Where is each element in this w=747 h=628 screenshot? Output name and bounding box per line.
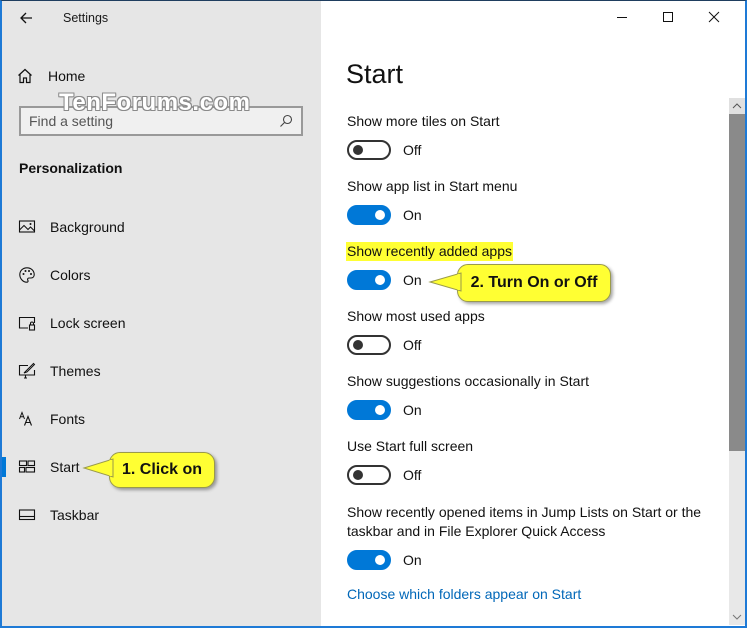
search-icon[interactable] (279, 114, 293, 128)
content-pane: Start Show more tiles on Start Off Show … (321, 1, 745, 626)
sidebar-nav: Background Colors Lock screen Themes Fon… (2, 203, 321, 539)
setting-label: Show app list in Start menu (347, 178, 518, 194)
sidebar-item-label: Background (50, 219, 125, 235)
section-title: Personalization (19, 160, 123, 176)
setting-app-list: Show app list in Start menu On (347, 177, 517, 225)
home-icon (18, 68, 32, 84)
lock-screen-icon (18, 316, 36, 331)
sidebar-item-background[interactable]: Background (2, 203, 321, 251)
sidebar-item-label: Start (50, 459, 80, 475)
setting-suggestions: Show suggestions occasionally in Start O… (347, 372, 589, 420)
maximize-icon (663, 12, 673, 22)
start-tiles-icon (18, 460, 36, 473)
sidebar: Settings Home TenForums.com Personalizat… (2, 1, 321, 626)
taskbar-icon (18, 509, 36, 521)
setting-label: Show recently added apps (346, 242, 513, 261)
back-button[interactable] (16, 7, 38, 29)
callout-1-pointer (82, 458, 114, 478)
sidebar-item-label: Taskbar (50, 507, 100, 523)
chevron-down-icon (732, 614, 742, 620)
close-button[interactable] (691, 1, 737, 33)
home-link[interactable]: Home (16, 65, 85, 87)
callout-1: 1. Click on (109, 452, 215, 488)
toggle-recently-added[interactable] (347, 270, 391, 290)
toggle-state: On (403, 552, 422, 568)
settings-window: Settings Home TenForums.com Personalizat… (0, 0, 747, 628)
toggle-state: Off (403, 142, 422, 158)
sidebar-item-colors[interactable]: Colors (2, 251, 321, 299)
scrollbar[interactable] (729, 98, 745, 625)
themes-icon (18, 362, 36, 379)
setting-label: Use Start full screen (347, 438, 474, 454)
setting-more-tiles: Show more tiles on Start Off (347, 112, 500, 160)
back-arrow-icon (20, 12, 32, 24)
maximize-button[interactable] (645, 1, 691, 33)
setting-label: Show suggestions occasionally in Start (347, 373, 590, 389)
callout-2: 2. Turn On or Off (457, 264, 611, 302)
setting-label: Show most used apps (347, 308, 485, 324)
close-icon (708, 11, 720, 23)
setting-most-used: Show most used apps Off (347, 307, 485, 355)
toggle-state: Off (403, 337, 422, 353)
scroll-down-button[interactable] (729, 609, 745, 625)
minimize-button[interactable] (599, 1, 645, 33)
sidebar-item-label: Lock screen (50, 315, 126, 331)
setting-full-screen: Use Start full screen Off (347, 437, 473, 485)
sidebar-item-lock-screen[interactable]: Lock screen (2, 299, 321, 347)
toggle-state: On (403, 272, 422, 288)
toggle-most-used[interactable] (347, 335, 391, 355)
toggle-state: Off (403, 467, 422, 483)
setting-label-line1: Show recently opened items in Jump Lists… (347, 504, 702, 520)
sidebar-item-label: Colors (50, 267, 91, 283)
palette-icon (19, 267, 35, 283)
chevron-up-icon (732, 103, 742, 109)
callout-2-pointer (428, 272, 462, 292)
sidebar-item-label: Fonts (50, 411, 86, 427)
minimize-icon (617, 17, 627, 18)
toggle-full-screen[interactable] (347, 465, 391, 485)
sidebar-item-fonts[interactable]: Fonts (2, 395, 321, 443)
fonts-icon (19, 411, 33, 426)
choose-folders-link[interactable]: Choose which folders appear on Start (347, 586, 581, 602)
sidebar-item-label: Themes (50, 363, 101, 379)
picture-icon (18, 220, 36, 233)
setting-label: Show more tiles on Start (347, 113, 500, 129)
toggle-app-list[interactable] (347, 205, 391, 225)
toggle-more-tiles[interactable] (347, 140, 391, 160)
scroll-up-button[interactable] (729, 98, 745, 114)
sidebar-item-themes[interactable]: Themes (2, 347, 321, 395)
sidebar-item-taskbar[interactable]: Taskbar (2, 491, 321, 539)
scroll-thumb[interactable] (729, 114, 745, 451)
page-title: Start (346, 59, 404, 89)
setting-jump-lists: Show recently opened items in Jump Lists… (347, 503, 701, 570)
toggle-state: On (403, 207, 422, 223)
home-label: Home (48, 68, 86, 84)
window-title: Settings (63, 11, 109, 25)
toggle-state: On (403, 402, 422, 418)
setting-label-line2: taskbar and in File Explorer Quick Acces… (347, 523, 606, 539)
toggle-jump-lists[interactable] (347, 550, 391, 570)
watermark: TenForums.com (59, 89, 251, 116)
toggle-suggestions[interactable] (347, 400, 391, 420)
